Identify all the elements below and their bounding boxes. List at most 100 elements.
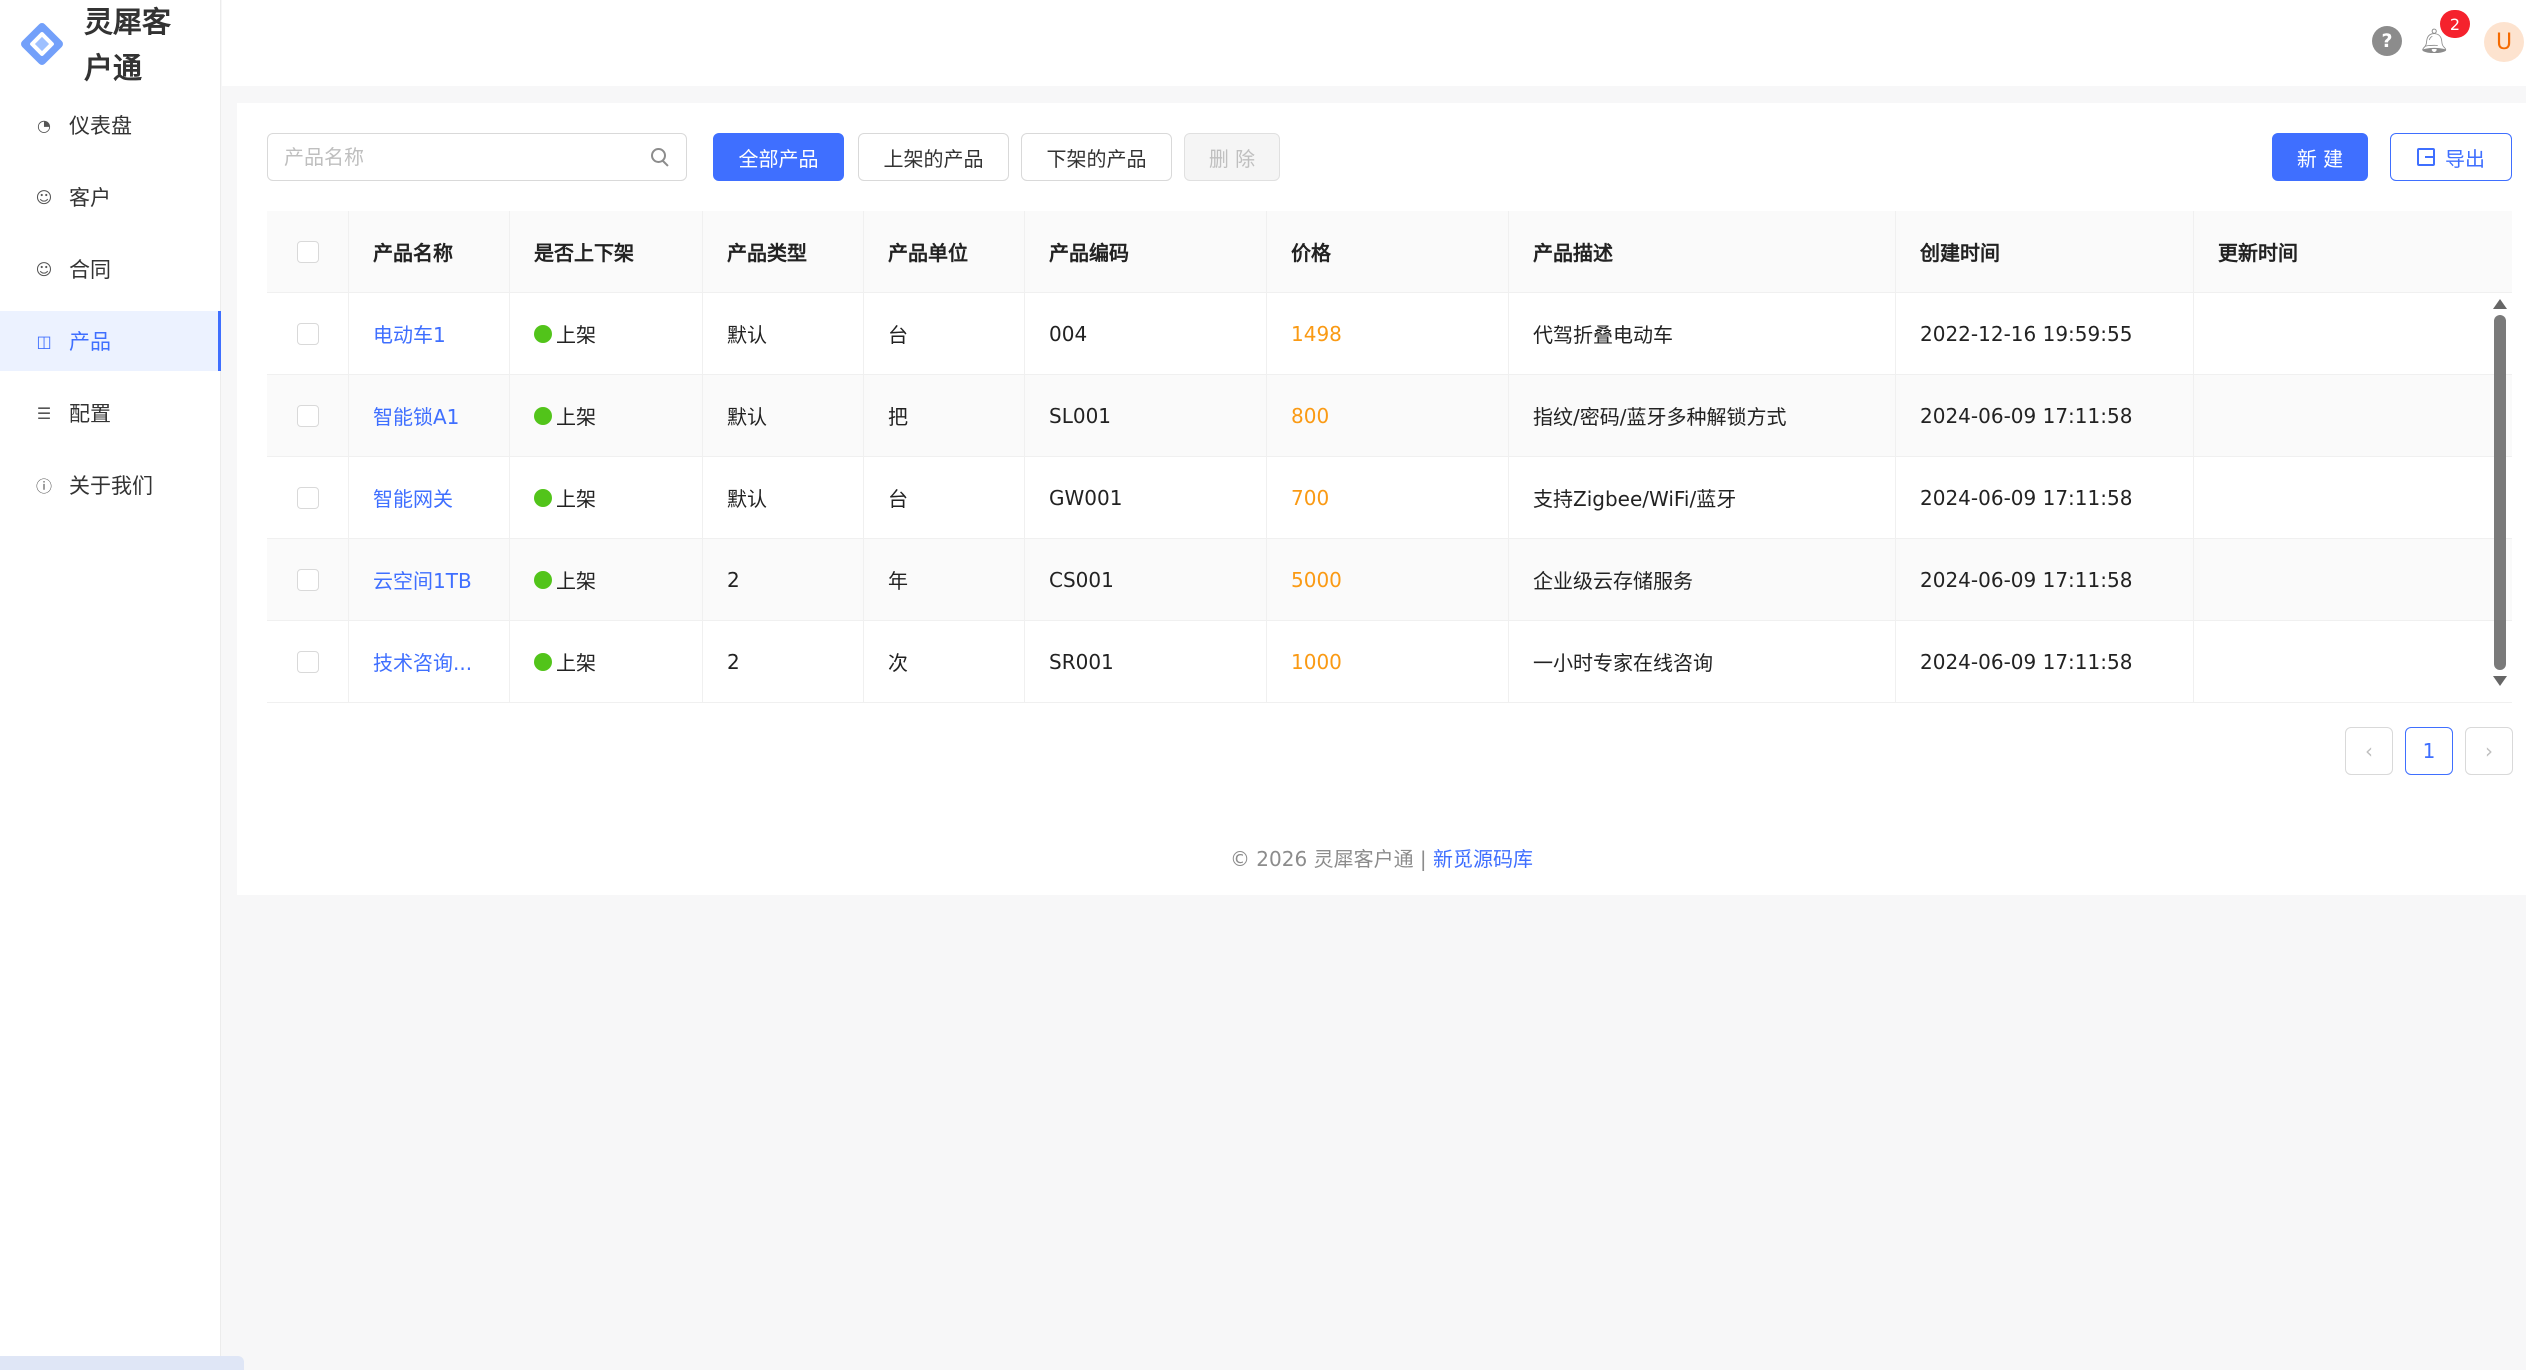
column-header[interactable]: 产品类型 xyxy=(703,211,864,292)
search-input[interactable] xyxy=(284,145,650,169)
product-panel: 全部产品 上架的产品 下架的产品 删 除 新 建 导出 产品名称 是否上下架 产… xyxy=(237,103,2526,895)
table-row[interactable]: 电动车1 上架 默认 台 004 1498 代驾折叠电动车 2022-12-16… xyxy=(267,293,2512,375)
product-unit: 台 xyxy=(864,457,1025,538)
product-description: 支持Zigbee/WiFi/蓝牙 xyxy=(1509,457,1896,538)
created-time: 2022-12-16 19:59:55 xyxy=(1896,293,2194,374)
select-all-checkbox[interactable] xyxy=(297,240,319,263)
sidebar-item-about[interactable]: ⓘ 关于我们 xyxy=(0,455,221,515)
product-price: 1000 xyxy=(1267,621,1509,702)
sidebar-item-label: 合同 xyxy=(69,258,111,282)
column-header[interactable]: 更新时间 xyxy=(2194,211,2512,292)
dashboard-icon: ◔ xyxy=(37,115,51,135)
search-icon[interactable] xyxy=(650,147,670,167)
page-1-button[interactable]: 1 xyxy=(2405,727,2453,775)
info-icon: ⓘ xyxy=(35,477,52,496)
product-code: CS001 xyxy=(1025,539,1267,620)
row-checkbox[interactable] xyxy=(297,404,319,427)
delisted-products-button[interactable]: 下架的产品 xyxy=(1021,133,1172,181)
sidebar-nav: ◔ 仪表盘 ☺ 客户 ☺ 合同 ◫ 产品 ☰ 配置 ⓘ 关于我们 xyxy=(0,95,221,527)
product-price: 700 xyxy=(1267,457,1509,538)
column-header[interactable]: 产品描述 xyxy=(1509,211,1896,292)
scroll-up-icon[interactable] xyxy=(2493,299,2507,309)
status-text: 上架 xyxy=(556,569,596,593)
top-header: ? 🔔︎ 2 U xyxy=(222,0,2526,86)
created-time: 2024-06-09 17:11:58 xyxy=(1896,375,2194,456)
row-checkbox[interactable] xyxy=(297,568,319,591)
table-row[interactable]: 智能锁A1 上架 默认 把 SL001 800 指纹/密码/蓝牙多种解锁方式 2… xyxy=(267,375,2512,457)
status-dot xyxy=(534,570,552,589)
status-text: 上架 xyxy=(556,651,596,675)
product-type: 默认 xyxy=(703,293,864,374)
table-row[interactable]: 技术咨询... 上架 2 次 SR001 1000 一小时专家在线咨询 2024… xyxy=(267,621,2512,703)
table-scrollbar[interactable] xyxy=(2493,295,2507,705)
product-name-link[interactable]: 技术咨询... xyxy=(349,621,510,702)
sidebar-item-contracts[interactable]: ☺ 合同 xyxy=(0,239,221,299)
product-code: SL001 xyxy=(1025,375,1267,456)
smile-icon: ☺ xyxy=(35,259,53,279)
column-header[interactable]: 是否上下架 xyxy=(510,211,703,292)
status-text: 上架 xyxy=(556,487,596,511)
column-header[interactable]: 产品单位 xyxy=(864,211,1025,292)
row-checkbox[interactable] xyxy=(297,486,319,509)
column-header[interactable]: 价格 xyxy=(1267,211,1509,292)
row-checkbox[interactable] xyxy=(297,650,319,673)
status-text: 上架 xyxy=(556,323,596,347)
table-row[interactable]: 云空间1TB 上架 2 年 CS001 5000 企业级云存储服务 2024-0… xyxy=(267,539,2512,621)
shopping-bag-icon: ◫ xyxy=(36,331,52,351)
app-logo[interactable]: 灵犀客户通 xyxy=(18,0,184,90)
list-icon: ☰ xyxy=(36,403,52,423)
sidebar-item-customers[interactable]: ☺ 客户 xyxy=(0,167,221,227)
delete-button[interactable]: 删 除 xyxy=(1184,133,1280,181)
column-header[interactable]: 创建时间 xyxy=(1896,211,2194,292)
product-price: 5000 xyxy=(1267,539,1509,620)
product-name-link[interactable]: 云空间1TB xyxy=(349,539,510,620)
updated-time xyxy=(2194,621,2512,702)
product-table: 产品名称 是否上下架 产品类型 产品单位 产品编码 价格 产品描述 创建时间 更… xyxy=(267,211,2512,703)
footer-link[interactable]: 新觅源码库 xyxy=(1433,847,1533,871)
sidebar-item-products[interactable]: ◫ 产品 xyxy=(0,311,221,371)
sidebar-item-config[interactable]: ☰ 配置 xyxy=(0,383,221,443)
export-icon xyxy=(2417,148,2435,166)
product-type: 2 xyxy=(703,539,864,620)
scroll-down-icon[interactable] xyxy=(2493,676,2507,686)
footer: © 2026 灵犀客户通 | 新觅源码库 xyxy=(237,843,2526,872)
row-checkbox[interactable] xyxy=(297,322,319,345)
app-name: 灵犀客户通 xyxy=(84,5,172,85)
sidebar-item-dashboard[interactable]: ◔ 仪表盘 xyxy=(0,95,221,155)
product-price: 1498 xyxy=(1267,293,1509,374)
status-dot xyxy=(534,406,552,425)
help-icon[interactable]: ? xyxy=(2372,26,2402,56)
product-code: SR001 xyxy=(1025,621,1267,702)
scrollbar-thumb[interactable] xyxy=(2494,315,2506,670)
product-description: 代驾折叠电动车 xyxy=(1509,293,1896,374)
updated-time xyxy=(2194,375,2512,456)
status-dot xyxy=(534,488,552,507)
next-page-button[interactable]: › xyxy=(2465,727,2513,775)
created-time: 2024-06-09 17:11:58 xyxy=(1896,621,2194,702)
column-header[interactable]: 产品名称 xyxy=(349,211,510,292)
avatar[interactable]: U xyxy=(2484,22,2524,62)
product-type: 默认 xyxy=(703,375,864,456)
product-name-link[interactable]: 智能网关 xyxy=(349,457,510,538)
product-name-link[interactable]: 电动车1 xyxy=(349,293,510,374)
table-header: 产品名称 是否上下架 产品类型 产品单位 产品编码 价格 产品描述 创建时间 更… xyxy=(267,211,2512,293)
export-button[interactable]: 导出 xyxy=(2390,133,2512,181)
sidebar-item-label: 仪表盘 xyxy=(69,114,132,138)
all-products-button[interactable]: 全部产品 xyxy=(713,133,844,181)
sidebar-item-label: 关于我们 xyxy=(69,474,153,498)
created-time: 2024-06-09 17:11:58 xyxy=(1896,539,2194,620)
column-header[interactable]: 产品编码 xyxy=(1025,211,1267,292)
updated-time xyxy=(2194,293,2512,374)
product-unit: 台 xyxy=(864,293,1025,374)
listed-products-button[interactable]: 上架的产品 xyxy=(858,133,1009,181)
product-description: 指纹/密码/蓝牙多种解锁方式 xyxy=(1509,375,1896,456)
search-box xyxy=(267,133,687,181)
new-button[interactable]: 新 建 xyxy=(2272,133,2368,181)
prev-page-button[interactable]: ‹ xyxy=(2345,727,2393,775)
product-name-link[interactable]: 智能锁A1 xyxy=(349,375,510,456)
product-description: 企业级云存储服务 xyxy=(1509,539,1896,620)
export-label: 导出 xyxy=(2445,146,2485,171)
table-row[interactable]: 智能网关 上架 默认 台 GW001 700 支持Zigbee/WiFi/蓝牙 … xyxy=(267,457,2512,539)
sidebar: 灵犀客户通 ◔ 仪表盘 ☺ 客户 ☺ 合同 ◫ 产品 ☰ 配置 ⓘ 关于我们 xyxy=(0,0,244,1370)
logo-icon xyxy=(18,20,68,70)
